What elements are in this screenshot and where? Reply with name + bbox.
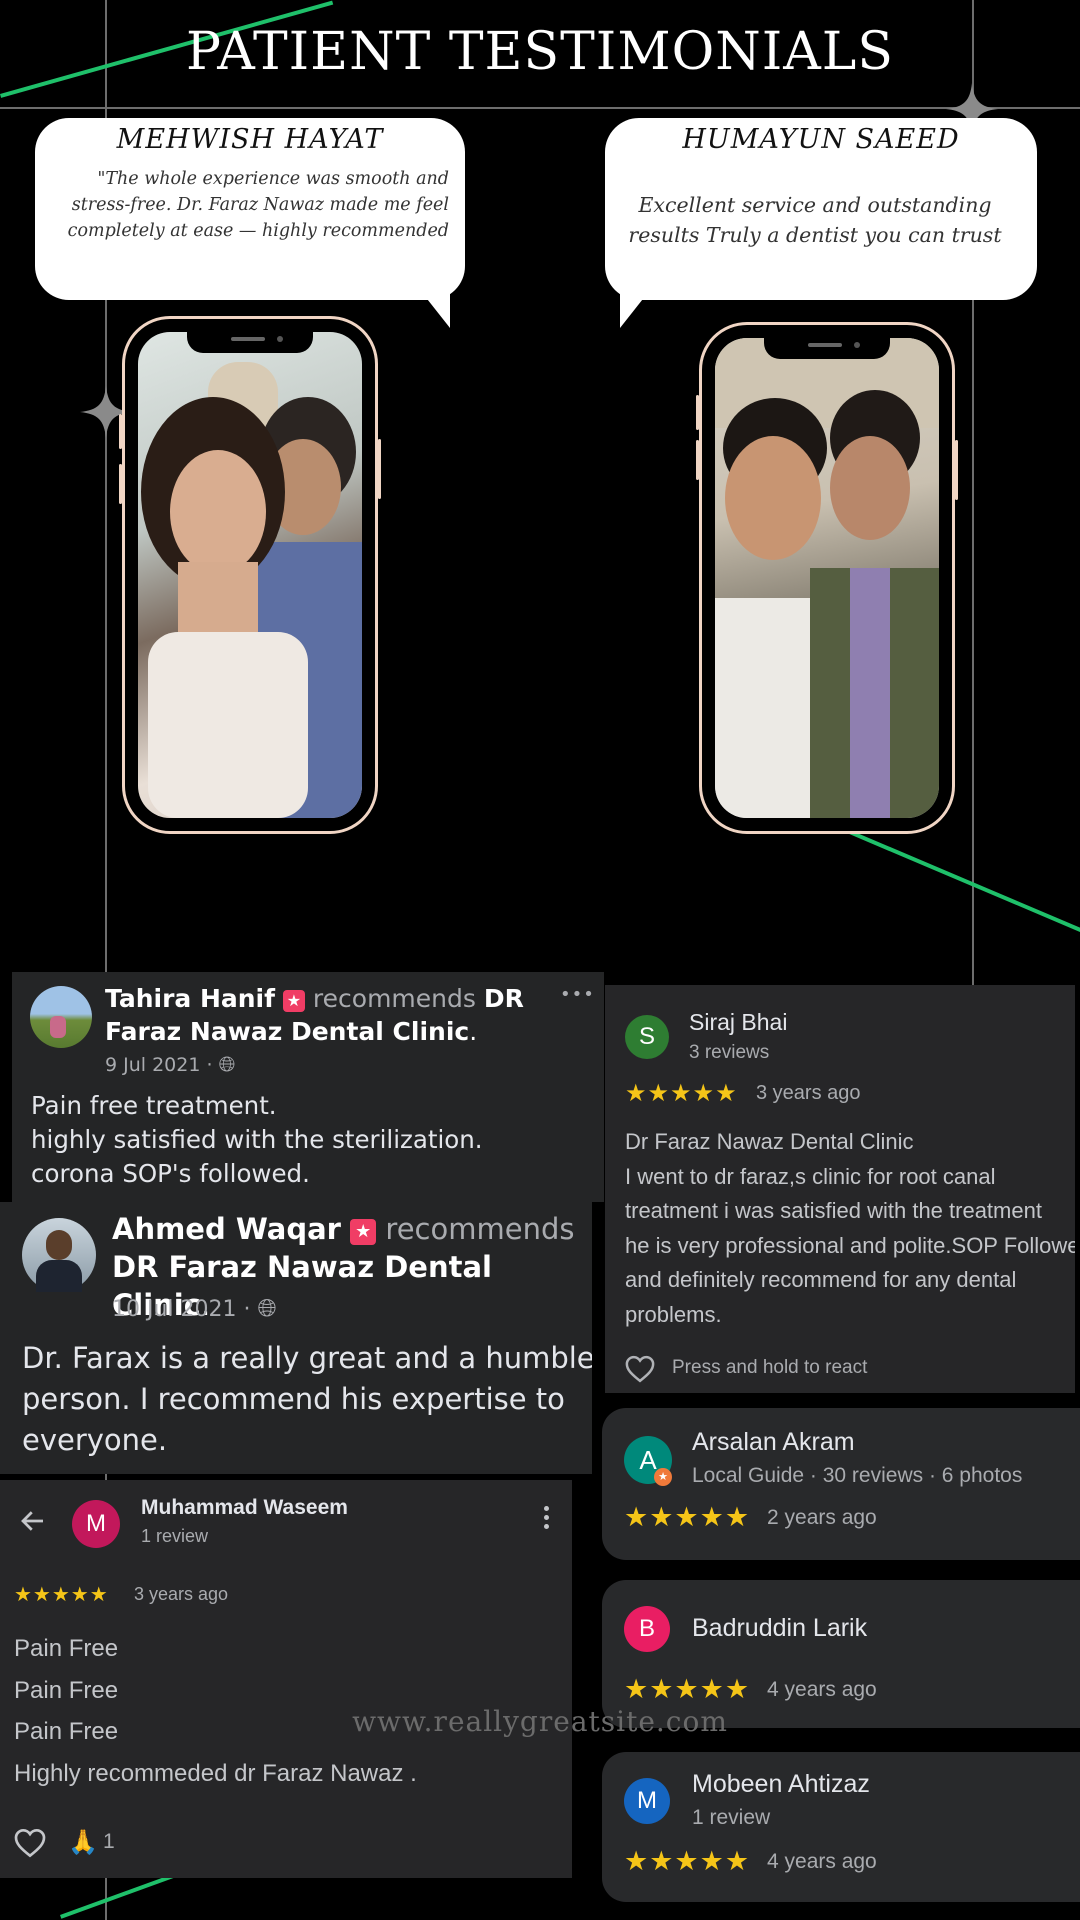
- reviewer-name[interactable]: Mobeen Ahtizaz: [692, 1770, 870, 1799]
- globe-icon: 🌐︎: [257, 1294, 277, 1322]
- review-time: 3 years ago: [134, 1584, 229, 1604]
- phone-notch: [187, 327, 313, 353]
- google-review-card-arsalan: A ★ Arsalan Akram Local Guide · 30 revie…: [602, 1408, 1080, 1560]
- star-rating: ★★★★★: [624, 1502, 751, 1532]
- phone-frame-mehwish: [119, 316, 381, 834]
- review-line: and definitely recommend for any dental: [625, 1267, 1017, 1292]
- avatar: S: [625, 1015, 669, 1059]
- review-line: person. I recommend his expertise to: [22, 1382, 565, 1416]
- review-text: Pain free treatment. highly satisfied wi…: [31, 1089, 483, 1191]
- page-title: PATIENT TESTIMONIALS: [186, 22, 894, 82]
- reviewer-name[interactable]: Tahira Hanif: [105, 984, 275, 1013]
- review-date: 9 Jul 2021 · 🌐︎: [105, 1052, 235, 1077]
- reviewer-meta: 1 review: [692, 1806, 771, 1829]
- review-line: I went to dr faraz,s clinic for root can…: [625, 1163, 996, 1189]
- review-line: he is very professional and polite.SOP F…: [625, 1232, 1075, 1258]
- review-time: 3 years ago: [756, 1082, 861, 1104]
- recommends-badge-icon: ★: [282, 990, 305, 1012]
- reviewer-name[interactable]: Ahmed Waqar: [112, 1212, 341, 1246]
- reviewer-meta: 1 review: [141, 1526, 209, 1546]
- reviewer-name[interactable]: Muhammad Waseem: [141, 1496, 348, 1520]
- phone-button: [119, 464, 122, 504]
- review-line: everyone.: [22, 1423, 168, 1457]
- review-text: Dr Faraz Nawaz Dental Clinic I went to d…: [625, 1125, 1075, 1332]
- reviewer-name[interactable]: Badruddin Larik: [692, 1614, 867, 1643]
- review-line: problems.: [625, 1301, 722, 1327]
- review-text: Dr. Farax is a really great and a humble…: [22, 1338, 592, 1461]
- review-time: 2 years ago: [767, 1506, 877, 1529]
- review-date-text: 10 Jul 2021 ·: [112, 1297, 251, 1322]
- google-review-card-siraj: S Siraj Bhai 3 reviews ★★★★★ 3 years ago…: [605, 985, 1075, 1393]
- testimonial-bubble-mehwish: MEHWISH HAYAT "The whole experience was …: [35, 118, 465, 300]
- review-line: Pain free treatment.: [31, 1091, 277, 1120]
- review-line: Dr Faraz Nawaz Dental Clinic: [625, 1129, 914, 1154]
- phone-button: [696, 395, 699, 430]
- google-review-card-waseem: M Muhammad Waseem 1 review ★★★★★ 3 years…: [0, 1480, 572, 1878]
- fb-review-card-ahmed: Ahmed Waqar ★ recommends DR Faraz Nawaz …: [0, 1202, 592, 1474]
- review-header: Tahira Hanif ★ recommends DR Faraz Nawaz…: [105, 984, 524, 1046]
- testimonial-bubble-humayun: HUMAYUN SAEED Excellent service and outs…: [605, 118, 1037, 300]
- reviewer-meta: 3 reviews: [689, 1042, 770, 1063]
- website-watermark: www.reallygreatsite.com: [352, 1705, 728, 1738]
- phone-button: [378, 439, 381, 499]
- bubble-tail: [620, 290, 650, 328]
- selfie-photo-mehwish: [138, 332, 362, 818]
- avatar: M: [624, 1778, 670, 1824]
- star-rating: ★★★★★: [624, 1846, 751, 1876]
- review-line: Dr. Farax is a really great and a humble: [22, 1341, 592, 1375]
- bubble-tail: [420, 290, 450, 328]
- phone-frame-humayun: [696, 322, 958, 834]
- review-date-text: 9 Jul 2021 ·: [105, 1054, 213, 1076]
- testimonial-quote: Excellent service and outstanding result…: [628, 193, 1002, 247]
- testimonial-name: HUMAYUN SAEED: [682, 124, 960, 155]
- avatar: M: [72, 1500, 120, 1548]
- back-arrow-icon[interactable]: [18, 1506, 48, 1536]
- recommends-badge-icon: ★: [350, 1219, 377, 1245]
- review-line: highly satisfied with the sterilization.: [31, 1125, 483, 1154]
- review-header: Ahmed Waqar ★ recommends: [112, 1210, 592, 1248]
- review-time: 4 years ago: [767, 1678, 877, 1701]
- reviewer-meta: Local Guide · 30 reviews · 6 photos: [692, 1464, 1023, 1487]
- globe-icon: 🌐︎: [218, 1052, 236, 1076]
- recommends-label: recommends: [312, 984, 476, 1013]
- reviewer-name[interactable]: Arsalan Akram: [692, 1428, 855, 1457]
- review-line: Highly recommeded dr Faraz Nawaz .: [14, 1759, 417, 1787]
- avatar: [22, 1218, 96, 1292]
- testimonial-quote: "The whole experience was smooth and str…: [67, 169, 449, 241]
- star-rating: ★★★★★: [625, 1080, 738, 1107]
- heart-icon[interactable]: [14, 1828, 46, 1858]
- avatar: [30, 986, 92, 1048]
- more-options-icon[interactable]: [544, 1506, 550, 1529]
- review-line: Pain Free: [14, 1635, 119, 1662]
- reaction-count: 1: [103, 1830, 115, 1853]
- more-options-icon[interactable]: •••: [560, 984, 595, 1005]
- grid-line-top: [0, 107, 1080, 109]
- react-hint: Press and hold to react: [672, 1357, 868, 1378]
- recommends-label: recommends: [385, 1212, 575, 1246]
- selfie-photo-humayun: [715, 338, 939, 818]
- local-guide-badge-icon: ★: [654, 1468, 672, 1486]
- google-review-card-mobeen: M Mobeen Ahtizaz 1 review ★★★★★ 4 years …: [602, 1752, 1080, 1902]
- review-line: treatment i was satisfied with the treat…: [625, 1198, 1042, 1223]
- avatar: B: [624, 1606, 670, 1652]
- phone-notch: [764, 333, 890, 359]
- pray-reaction-icon[interactable]: 🙏: [68, 1828, 98, 1857]
- review-line: corona SOP's followed.: [31, 1159, 310, 1188]
- green-accent-line-mid: [848, 830, 1080, 934]
- testimonial-name: MEHWISH HAYAT: [116, 124, 384, 155]
- phone-button: [955, 440, 958, 500]
- heart-icon[interactable]: [625, 1355, 655, 1383]
- star-rating: ★★★★★: [14, 1584, 109, 1606]
- fb-review-card-tahira: Tahira Hanif ★ recommends DR Faraz Nawaz…: [12, 972, 604, 1202]
- phone-button: [696, 440, 699, 480]
- phone-button: [119, 414, 122, 449]
- star-rating: ★★★★★: [624, 1674, 751, 1704]
- reviewer-name[interactable]: Siraj Bhai: [689, 1009, 787, 1036]
- review-date: 10 Jul 2021 · 🌐︎: [112, 1294, 277, 1322]
- review-time: 4 years ago: [767, 1850, 877, 1873]
